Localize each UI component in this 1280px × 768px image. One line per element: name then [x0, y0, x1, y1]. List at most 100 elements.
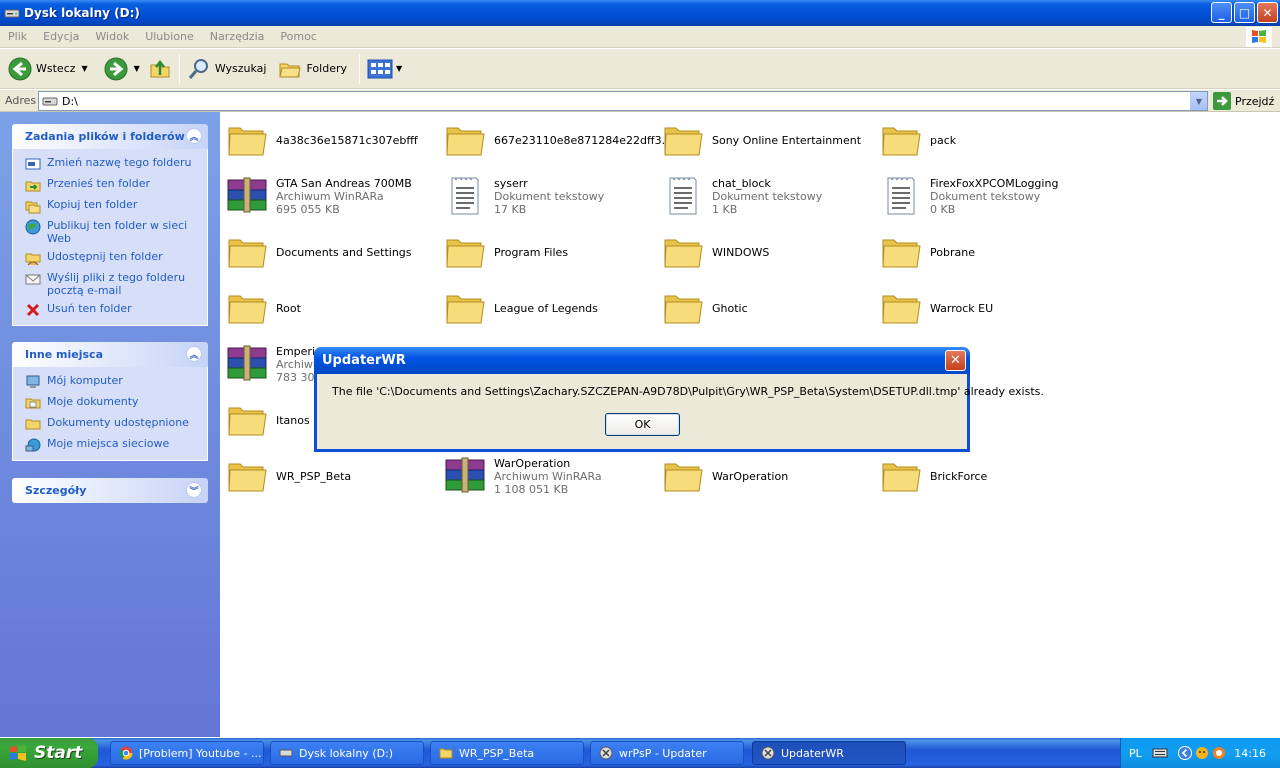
start-button[interactable]: Start: [0, 738, 98, 768]
file-name: pack: [930, 133, 957, 147]
forward-arrow-icon: [104, 57, 128, 80]
error-dialog: UpdaterWR ✕ The file 'C:\Documents and S…: [314, 347, 1044, 452]
antivirus-icon[interactable]: [1212, 746, 1226, 760]
folder-item[interactable]: Program Files: [444, 228, 654, 276]
file-name: League of Legends: [494, 301, 598, 315]
menu-help[interactable]: Pomoc: [272, 30, 324, 43]
share-folder-link[interactable]: Udostępnij ten folder: [25, 250, 201, 266]
my-documents-link[interactable]: Moje dokumenty: [25, 395, 201, 411]
menu-bar: Plik Edycja Widok Ulubione Narzędzia Pom…: [0, 26, 1280, 48]
window-titlebar[interactable]: Dysk lokalny (D:) _ □ ✕: [0, 0, 1280, 26]
details-header[interactable]: Szczegóły ︾: [12, 478, 208, 503]
file-item[interactable]: FirexFoxXPCOMLogging Dokument tekstowy 0 K…: [880, 172, 1090, 220]
up-folder-button[interactable]: [144, 51, 176, 87]
file-name: GTA San Andreas 700MB: [276, 176, 412, 190]
my-documents-icon: [25, 398, 41, 409]
file-labels: 667e23110e8e871284e22dff3...: [494, 134, 672, 147]
collapse-chevron-icon[interactable]: ︽: [186, 128, 202, 144]
collapse-chevron-icon[interactable]: ︽: [186, 346, 202, 362]
taskbar-button-wr-psp-beta[interactable]: WR_PSP_Beta: [430, 741, 584, 765]
file-item[interactable]: chat_block Dokument tekstowy 1 KB: [662, 172, 872, 220]
email-folder-link[interactable]: Wyślij pliki z tego folderu pocztą e-mai…: [25, 271, 201, 297]
dialog-close-button[interactable]: ✕: [945, 350, 966, 371]
folder-item[interactable]: League of Legends: [444, 284, 654, 332]
folder-item[interactable]: Root: [226, 284, 436, 332]
back-arrow-icon: [8, 57, 32, 80]
other-places-header[interactable]: Inne miejsca ︽: [12, 342, 208, 367]
rename-folder-link[interactable]: Zmień nazwę tego folderu: [25, 156, 201, 172]
folder-item[interactable]: WR_PSP_Beta: [226, 452, 436, 500]
minimize-button[interactable]: _: [1211, 2, 1232, 23]
folder-item[interactable]: Ghotic: [662, 284, 872, 332]
taskbar-button-local-disk[interactable]: Dysk lokalny (D:): [270, 741, 424, 765]
file-name: Root: [276, 301, 301, 315]
folder-item[interactable]: pack: [880, 116, 1090, 164]
back-button[interactable]: Wstecz ▼: [4, 51, 92, 87]
drive-icon: [279, 749, 293, 757]
views-button[interactable]: ▼: [363, 51, 406, 87]
taskbar-button-updaterwr[interactable]: UpdaterWR: [752, 741, 906, 765]
maximize-button[interactable]: □: [1234, 2, 1255, 23]
folder-icon: [226, 456, 268, 496]
language-indicator[interactable]: PL: [1129, 747, 1142, 760]
folder-item[interactable]: Pobrane: [880, 228, 1090, 276]
back-dropdown-icon[interactable]: ▼: [82, 64, 88, 73]
folder-item[interactable]: Sony Online Entertainment: [662, 116, 872, 164]
tray-arrow-icon[interactable]: [1177, 746, 1192, 760]
menu-file[interactable]: Plik: [0, 30, 35, 43]
messenger-icon[interactable]: [1195, 746, 1209, 760]
close-window-button[interactable]: ✕: [1257, 2, 1278, 23]
menu-tools[interactable]: Narzędzia: [202, 30, 273, 43]
folder-icon: [444, 288, 486, 328]
my-computer-icon: [26, 375, 40, 388]
dialog-titlebar[interactable]: UpdaterWR ✕: [314, 347, 970, 374]
file-item[interactable]: WarOperation Archiwum WinRARa 1 108 051 KB: [444, 452, 654, 500]
network-places-link[interactable]: Moje miejsca sieciowe: [25, 437, 201, 453]
file-size: 695 055 KB: [276, 202, 340, 216]
delete-folder-link[interactable]: Usuń ten folder: [25, 302, 201, 318]
folder-item[interactable]: BrickForce: [880, 452, 1090, 500]
copy-folder-link[interactable]: Kopiuj ten folder: [25, 198, 201, 214]
expand-chevron-icon[interactable]: ︾: [186, 482, 202, 498]
address-dropdown-icon[interactable]: ▼: [1190, 92, 1207, 110]
taskbar-button-youtube[interactable]: [Problem] Youtube - ...: [110, 741, 264, 765]
search-button[interactable]: Wyszukaj: [183, 51, 271, 87]
folder-item[interactable]: Warrock EU: [880, 284, 1090, 332]
file-item[interactable]: GTA San Andreas 700MB Archiwum WinRARa 695…: [226, 172, 436, 220]
go-button[interactable]: Przejdź: [1213, 92, 1274, 110]
file-labels: Documents and Settings: [276, 246, 412, 259]
publish-folder-link[interactable]: Publikuj ten folder w sieci Web: [25, 219, 201, 245]
toolbar-separator: [359, 53, 360, 84]
ok-button[interactable]: OK: [605, 413, 680, 436]
folder-item[interactable]: WarOperation: [662, 452, 872, 500]
taskbar-button-wrpsp-updater[interactable]: wrPsP - Updater: [590, 741, 744, 765]
file-labels: pack: [930, 134, 956, 147]
globe-icon: [25, 219, 41, 235]
file-labels: 4a38c36e15871c307ebfff: [276, 134, 418, 147]
my-computer-link[interactable]: Mój komputer: [25, 374, 201, 390]
go-arrow-icon: [1213, 92, 1231, 110]
folder-item[interactable]: 4a38c36e15871c307ebfff: [226, 116, 436, 164]
shared-documents-link[interactable]: Dokumenty udostępnione: [25, 416, 201, 432]
file-labels: Root: [276, 302, 301, 315]
views-dropdown-icon[interactable]: ▼: [396, 64, 402, 73]
folder-item[interactable]: WINDOWS: [662, 228, 872, 276]
delete-x-icon: [26, 303, 40, 317]
folder-item[interactable]: Documents and Settings: [226, 228, 436, 276]
menu-edit[interactable]: Edycja: [35, 30, 87, 43]
forward-dropdown-icon[interactable]: ▼: [134, 64, 140, 73]
address-input[interactable]: D:\ ▼: [38, 91, 1208, 111]
keyboard-icon[interactable]: [1152, 746, 1168, 760]
file-item[interactable]: syserr Dokument tekstowy 17 KB: [444, 172, 654, 220]
file-labels: FirexFoxXPCOMLogging Dokument tekstowy 0 K…: [930, 177, 1058, 216]
file-labels: syserr Dokument tekstowy 17 KB: [494, 177, 604, 216]
folders-button[interactable]: Foldery: [274, 51, 351, 87]
file-folder-tasks-header[interactable]: Zadania plików i folderów ︽: [12, 124, 208, 149]
move-folder-link[interactable]: Przenieś ten folder: [25, 177, 201, 193]
file-type: Archiwum WinRARa: [276, 189, 384, 203]
menu-view[interactable]: Widok: [87, 30, 137, 43]
forward-button[interactable]: ▼: [100, 51, 144, 87]
file-labels: Program Files: [494, 246, 568, 259]
folder-item[interactable]: 667e23110e8e871284e22dff3...: [444, 116, 672, 164]
menu-favorites[interactable]: Ulubione: [137, 30, 202, 43]
